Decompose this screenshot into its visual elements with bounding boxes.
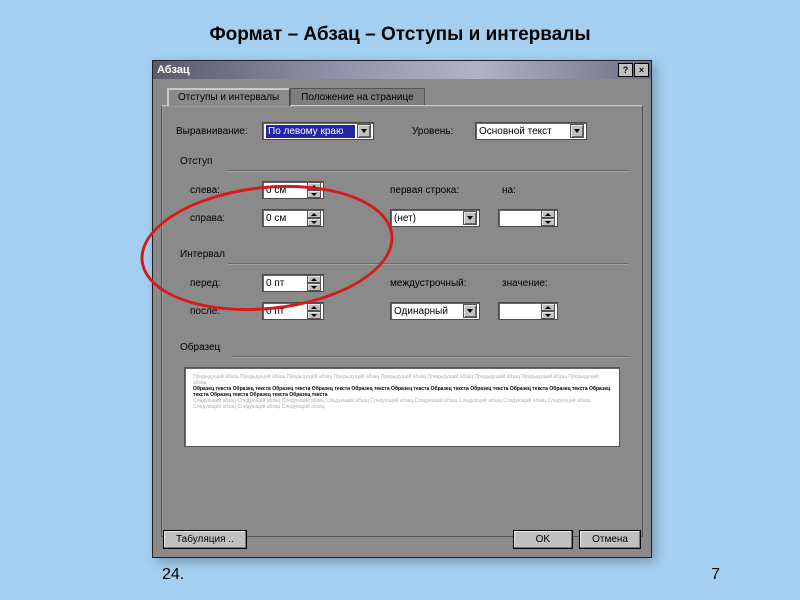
spinner-down-icon[interactable]: [541, 218, 555, 226]
spinner-down-icon[interactable]: [307, 218, 321, 226]
preview-box: Предыдущий абзац Предыдущий абзац Предыд…: [184, 367, 620, 447]
firstline-label: первая строка:: [390, 185, 474, 196]
preview-text-after: Следующий абзац Следующий абзац Следующи…: [193, 398, 611, 410]
level-label: Уровень:: [412, 126, 467, 137]
footer-left: 24.: [162, 566, 184, 584]
linespacing-by-spinner[interactable]: [498, 302, 558, 320]
after-spinner[interactable]: 0 пт: [262, 302, 324, 320]
spinner-down-icon[interactable]: [541, 311, 555, 319]
spacing-group-title: Интервал: [180, 249, 628, 260]
spinner-up-icon[interactable]: [541, 210, 555, 218]
close-button[interactable]: ×: [634, 63, 649, 77]
divider: [232, 356, 628, 357]
level-combo[interactable]: Основной текст: [475, 122, 587, 140]
spinner-down-icon[interactable]: [307, 311, 321, 319]
linespacing-by-label: значение:: [502, 278, 548, 289]
after-label: после:: [190, 306, 254, 317]
firstline-by-label: на:: [502, 185, 516, 196]
indent-right-spinner[interactable]: 0 см: [262, 209, 324, 227]
spinner-up-icon[interactable]: [307, 182, 321, 190]
tab-indents[interactable]: Отступы и интервалы: [167, 88, 290, 106]
ok-button[interactable]: OK: [513, 530, 573, 549]
preview-text-sample: Образец текста Образец текста Образец те…: [193, 386, 611, 398]
footer-right: 7: [711, 566, 720, 584]
tabs-button[interactable]: Табуляция ..: [163, 530, 247, 549]
firstline-combo[interactable]: (нет): [390, 209, 480, 227]
spinner-down-icon[interactable]: [307, 283, 321, 291]
dialog-title: Абзац: [157, 64, 190, 76]
indent-right-value: 0 см: [266, 213, 305, 224]
spinner-down-icon[interactable]: [307, 190, 321, 198]
alignment-value: По левому краю: [266, 125, 355, 138]
help-button[interactable]: ?: [618, 63, 633, 77]
chevron-down-icon[interactable]: [357, 124, 371, 138]
indent-left-spinner[interactable]: 0 см: [262, 181, 324, 199]
divider: [228, 263, 628, 264]
paragraph-dialog: Абзац ? × Отступы и интервалы Положение …: [152, 60, 652, 558]
slide-title: Формат – Абзац – Отступы и интервалы: [0, 0, 800, 60]
preview-text-before: Предыдущий абзац Предыдущий абзац Предыд…: [193, 374, 611, 386]
spinner-up-icon[interactable]: [307, 275, 321, 283]
before-value: 0 пт: [266, 278, 305, 289]
spinner-up-icon[interactable]: [307, 210, 321, 218]
linespacing-label: междустрочный:: [390, 278, 478, 289]
spinner-up-icon[interactable]: [541, 303, 555, 311]
before-spinner[interactable]: 0 пт: [262, 274, 324, 292]
titlebar[interactable]: Абзац ? ×: [153, 61, 651, 79]
cancel-button[interactable]: Отмена: [579, 530, 641, 549]
divider: [228, 170, 628, 171]
before-label: перед:: [190, 278, 254, 289]
chevron-down-icon[interactable]: [463, 304, 477, 318]
indent-group-title: Отступ: [180, 156, 628, 167]
linespacing-value: Одинарный: [394, 306, 461, 317]
button-row: Табуляция .. OK Отмена: [153, 530, 651, 549]
preview-group-title: Образец: [180, 342, 628, 353]
alignment-label: Выравнивание:: [176, 126, 254, 137]
tab-position[interactable]: Положение на странице: [290, 88, 424, 106]
firstline-by-spinner[interactable]: [498, 209, 558, 227]
firstline-value: (нет): [394, 213, 461, 224]
alignment-combo[interactable]: По левому краю: [262, 122, 374, 140]
indent-right-label: справа:: [190, 213, 254, 224]
chevron-down-icon[interactable]: [463, 211, 477, 225]
spinner-up-icon[interactable]: [307, 303, 321, 311]
tab-page: Выравнивание: По левому краю Уровень: Ос…: [161, 105, 643, 537]
indent-left-label: слева:: [190, 185, 254, 196]
after-value: 0 пт: [266, 306, 305, 317]
indent-left-value: 0 см: [266, 185, 305, 196]
level-value: Основной текст: [479, 126, 568, 137]
linespacing-combo[interactable]: Одинарный: [390, 302, 480, 320]
chevron-down-icon[interactable]: [570, 124, 584, 138]
